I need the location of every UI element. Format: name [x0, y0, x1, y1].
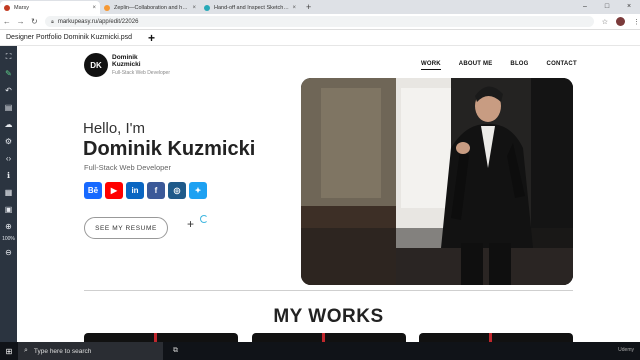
new-tab-button[interactable]: + [300, 1, 317, 14]
tab-title: Hand-off and Inspect Sketch, Figma [214, 4, 290, 11]
bookmark-star-icon[interactable]: ☆ [602, 18, 608, 26]
app-file-bar: Designer Portfolio Dominik Kuzmicki.psd … [0, 30, 640, 46]
brand-role: Full-Stack Web Developer [112, 70, 170, 76]
section-title-my-works: MY WORKS [273, 306, 384, 327]
profile-avatar[interactable] [616, 17, 626, 26]
nav-item-blog[interactable]: BLOG [510, 61, 528, 70]
see-my-resume-button[interactable]: SEE MY RESUME [84, 217, 168, 239]
maximize-button[interactable]: □ [596, 0, 618, 14]
zoom-out-icon[interactable]: ⊖ [0, 244, 17, 261]
facebook-icon[interactable]: f [147, 182, 165, 199]
settings-gear-icon[interactable]: ⚙ [0, 133, 17, 150]
code-icon[interactable]: ‹› [0, 150, 17, 167]
zoom-level: 100% [2, 236, 15, 242]
url-text: markupeasy.ru/app/edit/22026 [57, 18, 139, 25]
section-divider [84, 290, 573, 291]
search-icon: ⌕ [24, 347, 28, 354]
udemy-watermark: Udemy [618, 347, 634, 353]
close-tab-icon[interactable]: × [292, 5, 296, 11]
tab-title: Zeplin—Collaboration and handoff [114, 4, 190, 11]
zoom-in-icon[interactable]: ⊕ [0, 218, 17, 235]
site-logo[interactable]: DK [84, 53, 108, 77]
tab-favicon-icon [4, 4, 10, 11]
work-thumbnail[interactable] [419, 333, 573, 342]
lock-icon: 🔒︎ [51, 18, 54, 25]
nav-item-contact[interactable]: CONTACT [547, 61, 577, 70]
hero-photo [301, 78, 573, 285]
browser-tab-bar: Marsy × Zeplin—Collaboration and handoff… [0, 0, 640, 14]
twitter-icon[interactable]: ✦ [189, 182, 207, 199]
close-tab-icon[interactable]: × [92, 5, 96, 11]
windows-start-icon[interactable]: ⊞ [0, 347, 18, 356]
window-controls: – □ × [574, 0, 640, 14]
tool-sidebar: ⛶ ✎ ↶ ▤ ☁ ⚙ ‹› ℹ ▦ ▣ ⊕ 100% ⊖ [0, 46, 17, 342]
document-icon[interactable]: ▦ [0, 184, 17, 201]
behance-icon[interactable]: Bē [84, 182, 102, 199]
nav-item-about-me[interactable]: ABOUT ME [459, 61, 493, 70]
task-view-icon[interactable]: ⧉ [173, 347, 178, 355]
hero-role: Full-Stack Web Developer [84, 163, 171, 172]
nav-item-work[interactable]: WORK [421, 61, 441, 70]
browser-menu-icon[interactable]: ⋮ [633, 18, 640, 26]
browser-tab[interactable]: Hand-off and Inspect Sketch, Figma × [200, 1, 300, 14]
site-nav: WORK ABOUT ME BLOG CONTACT [421, 61, 577, 70]
taskbar-search-placeholder: Type here to search [33, 347, 92, 355]
eyedropper-icon[interactable]: ✎ [0, 65, 17, 82]
brand-block: Dominik Kuzmicki Full-Stack Web Develope… [112, 54, 170, 76]
instagram-icon[interactable]: ◎ [168, 182, 186, 199]
url-field[interactable]: 🔒︎ markupeasy.ru/app/edit/22026 [45, 16, 594, 27]
os-taskbar: ⊞ ⌕ Type here to search ⧉ [0, 342, 640, 360]
youtube-icon[interactable]: ▶ [105, 182, 123, 199]
upload-cloud-icon[interactable]: ☁ [0, 116, 17, 133]
image-icon[interactable]: ▣ [0, 201, 17, 218]
select-tool-icon[interactable]: ⛶ [0, 48, 17, 65]
address-bar-row: ← → ↻ 🔒︎ markupeasy.ru/app/edit/22026 ☆ … [0, 14, 640, 30]
info-icon[interactable]: ℹ [0, 167, 17, 184]
back-arrow-icon[interactable]: ← [0, 17, 14, 26]
forward-arrow-icon[interactable]: → [14, 17, 28, 26]
crosshair-cursor-icon: + [187, 217, 195, 231]
linkedin-icon[interactable]: in [126, 182, 144, 199]
reload-icon[interactable]: ↻ [27, 17, 41, 26]
work-thumbnail[interactable] [252, 333, 406, 342]
brand-name-line1: Dominik [112, 54, 138, 61]
brand-name-line2: Kuzmicki [112, 61, 141, 68]
close-window-button[interactable]: × [618, 0, 640, 14]
social-links: Bē ▶ in f ◎ ✦ [84, 182, 207, 199]
tab-title: Marsy [14, 4, 29, 11]
tab-favicon-icon [204, 4, 210, 11]
minimize-button[interactable]: – [574, 0, 596, 14]
design-canvas[interactable]: DK Dominik Kuzmicki Full-Stack Web Devel… [17, 46, 640, 342]
tab-favicon-icon [104, 4, 110, 11]
close-tab-icon[interactable]: × [192, 5, 196, 11]
work-thumbnail[interactable] [84, 333, 238, 342]
undo-icon[interactable]: ↶ [0, 82, 17, 99]
layers-icon[interactable]: ▤ [0, 99, 17, 116]
browser-tab[interactable]: Zeplin—Collaboration and handoff × [100, 1, 200, 14]
loading-spinner-icon [200, 215, 208, 223]
hero-photo-art [301, 78, 573, 285]
hero-greeting: Hello, I'm [83, 120, 146, 137]
add-file-button[interactable]: + [148, 31, 155, 45]
file-name: Designer Portfolio Dominik Kuzmicki.psd [6, 34, 133, 41]
browser-tab[interactable]: Marsy × [0, 1, 100, 14]
taskbar-search[interactable]: ⌕ Type here to search [18, 342, 163, 360]
hero-name: Dominik Kuzmicki [83, 138, 256, 160]
